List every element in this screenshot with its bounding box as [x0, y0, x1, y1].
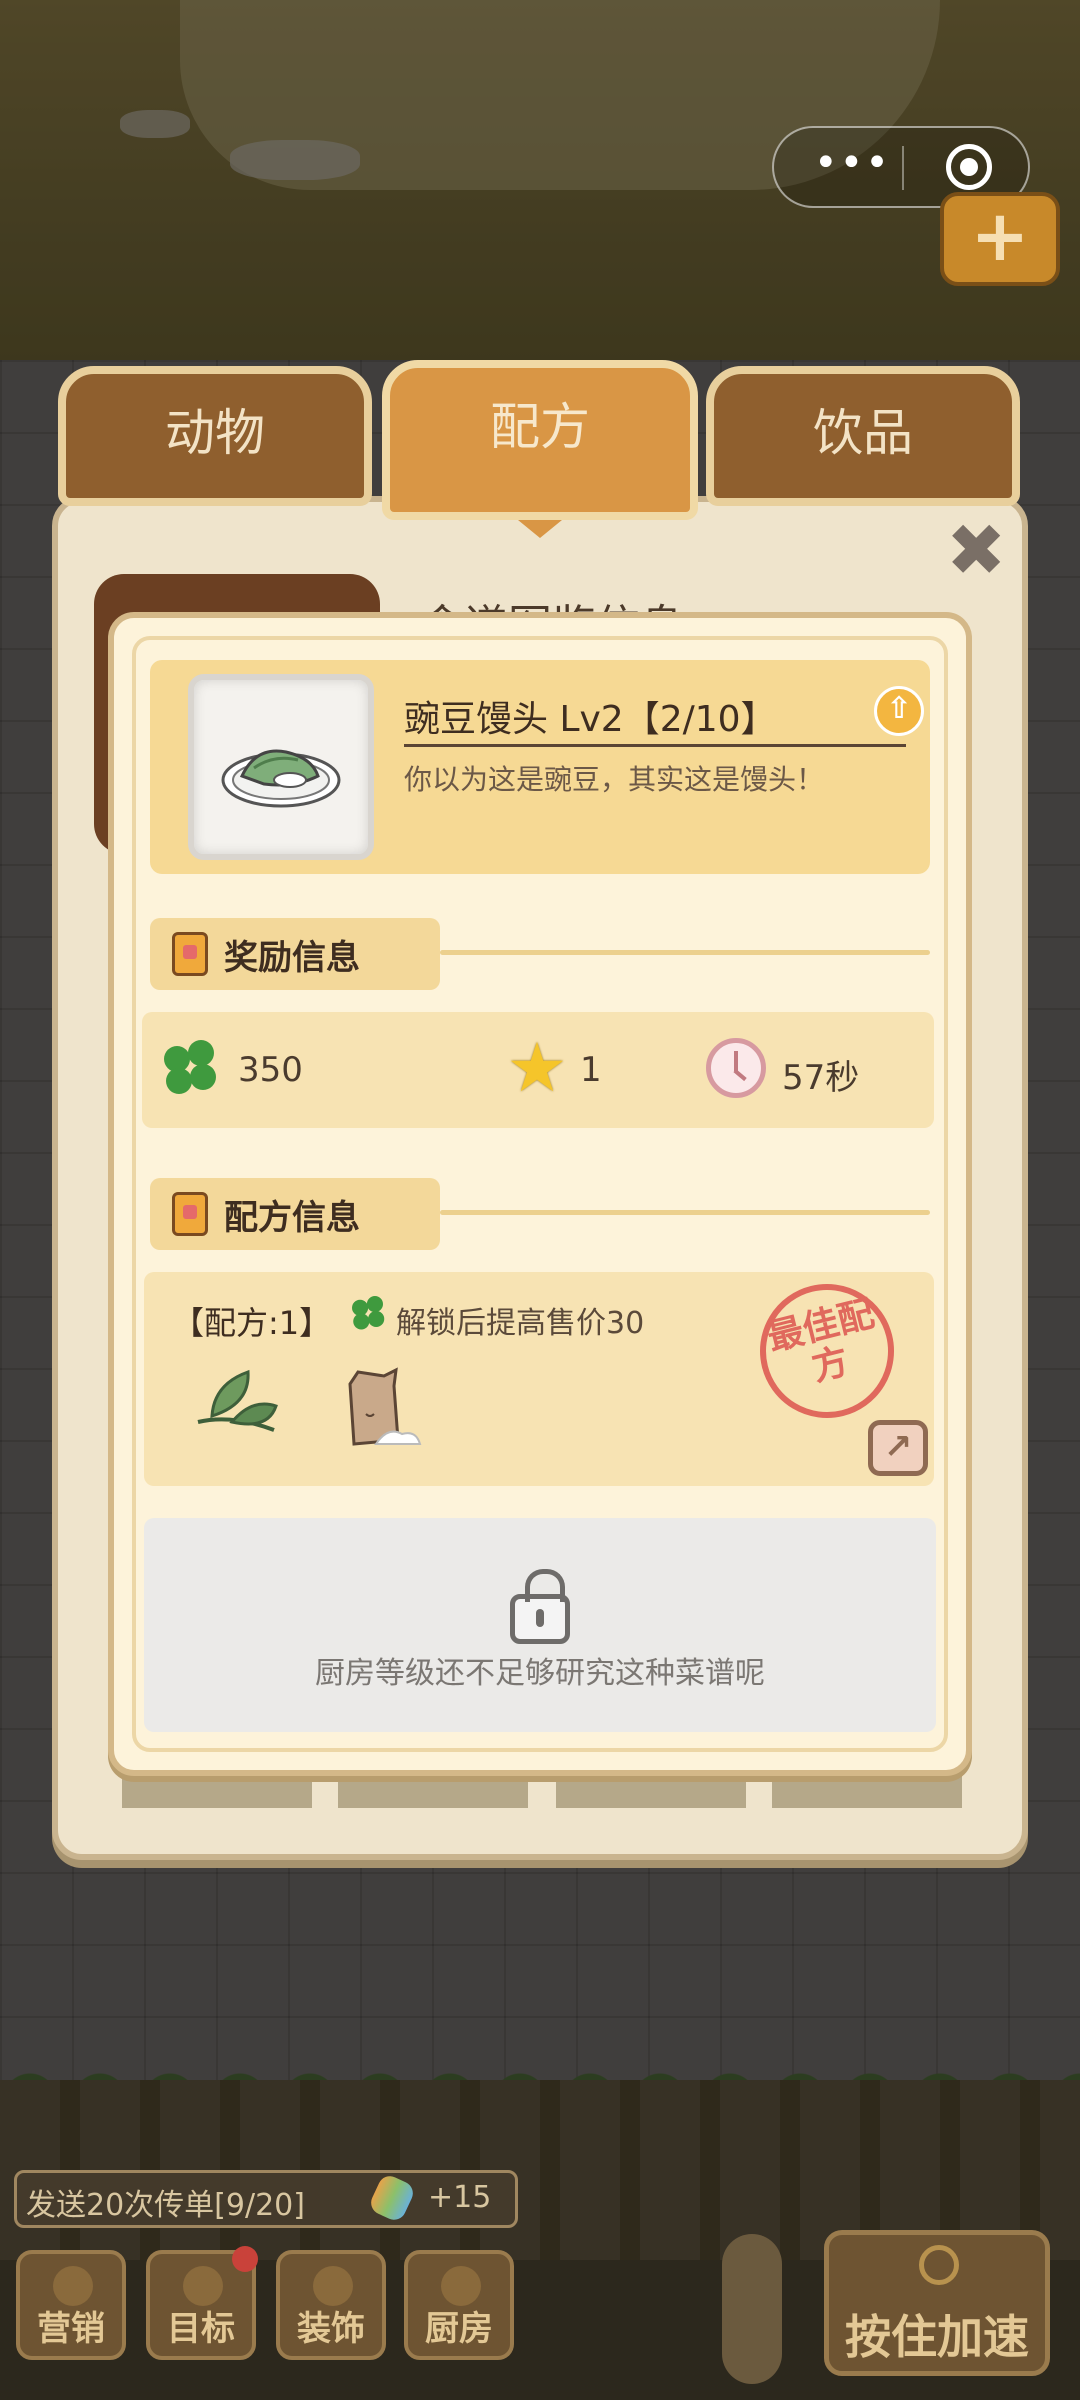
pot-icon	[441, 2266, 481, 2306]
section-title: 配方信息	[224, 1198, 360, 1238]
tab-animals[interactable]: 动物	[58, 366, 372, 506]
hold-to-speed-up-button[interactable]: 按住加速	[824, 2230, 1050, 2376]
star-reward: 1	[580, 1050, 602, 1090]
more-icon[interactable]: •••	[814, 143, 889, 184]
active-tab-indicator	[518, 520, 562, 538]
arrow-up-icon[interactable]: ⇧	[874, 686, 924, 736]
hud-button-label: 营销	[37, 2309, 105, 2349]
close-icon[interactable]: ✖	[946, 514, 1006, 586]
marketing-button[interactable]: 营销	[16, 2250, 126, 2360]
locked-message: 厨房等级还不足够研究这种菜谱呢	[315, 1656, 765, 1691]
section-divider	[440, 1210, 930, 1215]
dish-description: 你以为这是豌豆，其实这是馒头！	[404, 763, 825, 796]
tab-drinks[interactable]: 饮品	[706, 366, 1020, 506]
section-divider	[440, 950, 930, 955]
clover-icon	[352, 1296, 387, 1331]
dish-name: 豌豆馒头 Lv2【2/10】	[404, 699, 777, 740]
clover-icon	[164, 1040, 220, 1096]
speed-icon	[919, 2245, 959, 2285]
clipboard-icon	[172, 1192, 208, 1236]
share-icon[interactable]: ↗	[868, 1420, 928, 1476]
kitchen-button[interactable]: 厨房	[404, 2250, 514, 2360]
star-icon: ★	[506, 1029, 568, 1108]
megaphone-icon	[53, 2266, 93, 2306]
recipe-section-header: 配方信息	[150, 1178, 440, 1250]
reward-section-header: 奖励信息	[150, 918, 440, 990]
hud-button-label: 装饰	[297, 2309, 365, 2349]
quest-text: 发送20次传单[9/20]	[26, 2188, 305, 2223]
leaf-icon	[197, 1369, 278, 1432]
dish-thumbnail	[188, 674, 374, 860]
lock-icon	[510, 1569, 570, 1644]
hud-button-label: 厨房	[425, 2309, 493, 2349]
clover-reward: 350	[238, 1050, 303, 1090]
divider	[404, 744, 906, 747]
recipe-bonus: 解锁后提高售价30	[396, 1306, 645, 1341]
hud-button-label: 目标	[167, 2309, 235, 2349]
thermometer-gauge	[722, 2234, 782, 2384]
clipboard-icon	[172, 932, 208, 976]
tab-recipes[interactable]: 配方	[382, 360, 698, 520]
exit-miniprogram-icon[interactable]	[946, 144, 992, 190]
speed-label: 按住加速	[845, 2310, 1029, 2364]
section-title: 奖励信息	[224, 938, 360, 978]
cook-time: 57秒	[782, 1058, 860, 1098]
recipe-label: 【配方:1】	[172, 1304, 332, 1342]
quest-reward: +15	[428, 2180, 492, 2215]
capsule-divider	[902, 146, 904, 190]
add-currency-button[interactable]: +	[940, 192, 1060, 286]
decor-button[interactable]: 装饰	[276, 2250, 386, 2360]
notification-dot	[232, 2246, 258, 2272]
clock-icon	[706, 1038, 766, 1098]
pea-bun-icon	[221, 749, 341, 808]
target-icon	[183, 2266, 223, 2306]
hammer-icon	[313, 2266, 353, 2306]
flour-sack-icon	[348, 1367, 422, 1446]
